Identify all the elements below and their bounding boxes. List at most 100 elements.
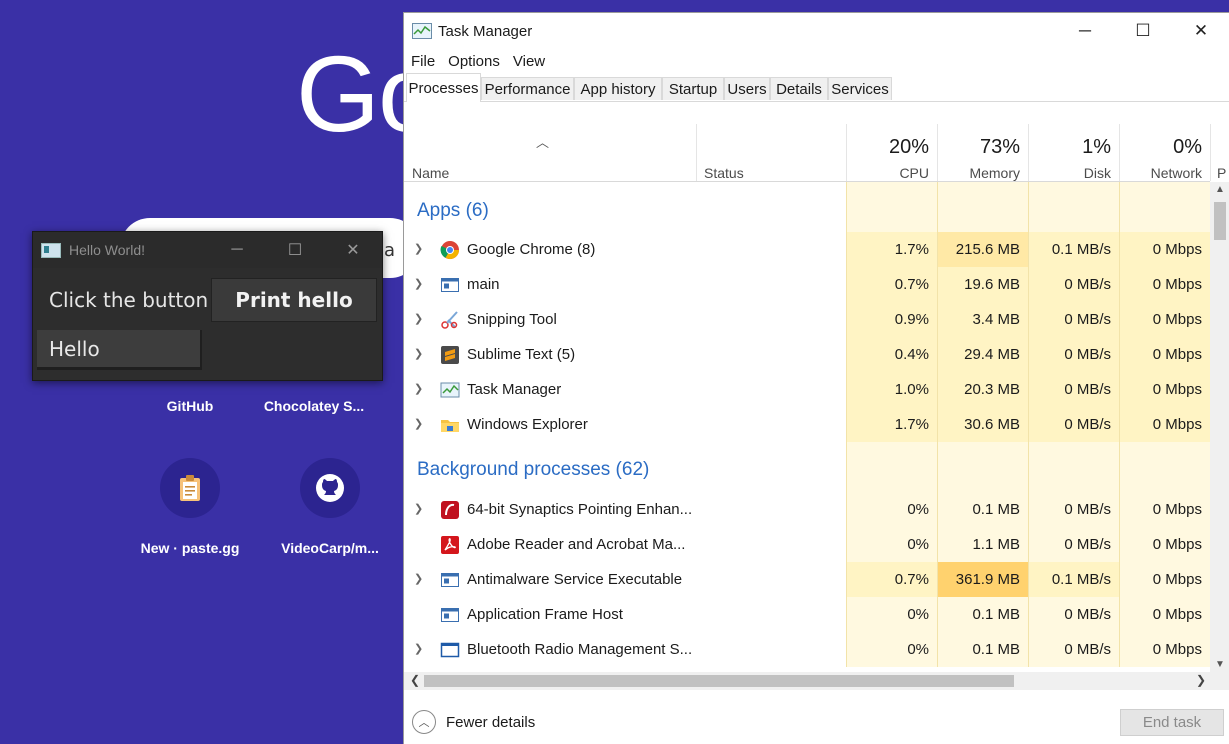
chevron-right-icon[interactable]: ❯ <box>414 372 423 407</box>
column-cpu[interactable]: 20% CPU <box>846 124 937 181</box>
sort-up-icon: ︿ <box>536 135 550 150</box>
column-status[interactable]: Status <box>696 124 846 181</box>
scroll-up-icon[interactable]: ▲ <box>1215 184 1225 195</box>
maximize-icon[interactable]: ☐ <box>1114 21 1172 41</box>
network-cell: 0 Mbps <box>1119 302 1210 337</box>
process-name: Bluetooth Radio Management S... <box>467 641 693 658</box>
app-window-icon <box>440 605 460 625</box>
cpu-cell: 0% <box>846 632 937 667</box>
app-window-icon <box>440 275 460 295</box>
group-header[interactable]: Apps (6) <box>404 182 1210 232</box>
close-icon[interactable]: ✕ <box>324 240 382 260</box>
column-network[interactable]: 0% Network <box>1119 124 1210 181</box>
vertical-scroll-thumb[interactable] <box>1214 202 1226 240</box>
process-row[interactable]: ❯ Sublime Text (5) 0.4% 29.4 MB 0 MB/s 0 Mbps <box>404 337 1210 372</box>
task-manager-window: Task Manager ─ ☐ ✕ File Options View Pro… <box>403 12 1229 744</box>
process-name: Snipping Tool <box>467 311 557 328</box>
column-memory[interactable]: 73% Memory <box>937 124 1028 181</box>
process-row[interactable]: ❯ Google Chrome (8) 1.7% 215.6 MB 0.1 MB/s 0 … <box>404 232 1210 267</box>
process-row[interactable]: ❯ 64-bit Synaptics Pointing Enhan... 0% 0.1… <box>404 492 1210 527</box>
disk-cell: 0 MB/s <box>1028 372 1119 407</box>
app-window-icon <box>440 570 460 590</box>
tab-startup[interactable]: Startup <box>662 77 724 100</box>
group-header-cell <box>1119 182 1210 232</box>
process-list: Apps (6) ❯ Google Chrome (8) 1.7% 215.6 MB 0.… <box>404 182 1210 672</box>
process-row[interactable]: ❯ Windows Explorer 1.7% 30.6 MB 0 MB/s 0 Mbps <box>404 407 1210 442</box>
group-header-cell <box>846 182 937 232</box>
instruction-label: Click the button <box>49 288 209 312</box>
chevron-right-icon[interactable]: ❯ <box>414 302 423 337</box>
chevron-right-icon[interactable]: ❯ <box>414 562 423 597</box>
network-cell: 0 Mbps <box>1119 492 1210 527</box>
shortcut-github[interactable]: GitHub <box>120 398 260 414</box>
horizontal-scrollbar[interactable]: ❮ ❯ <box>404 672 1229 690</box>
chevron-right-icon[interactable]: ❯ <box>414 267 423 302</box>
chevron-right-icon[interactable]: ❯ <box>414 407 423 442</box>
process-row[interactable]: ❯ Bluetooth Radio Management S... 0% 0.1 MB… <box>404 632 1210 667</box>
chevron-right-icon[interactable]: ❯ <box>414 337 423 372</box>
scroll-down-icon[interactable]: ▼ <box>1215 659 1225 670</box>
process-row[interactable]: ❯ Antimalware Service Executable 0.7% 361.9… <box>404 562 1210 597</box>
horizontal-scroll-thumb[interactable] <box>424 675 1014 687</box>
close-icon[interactable]: ✕ <box>1172 21 1229 41</box>
chevron-right-icon[interactable]: ❯ <box>414 232 423 267</box>
column-header-row: ︿ Name Status 20% CPU 73% Memory 1% Disk… <box>404 124 1226 182</box>
tab-processes[interactable]: Processes <box>406 73 481 102</box>
folder-icon <box>440 415 460 435</box>
shortcut-chocolatey[interactable]: Chocolatey S... <box>244 398 384 414</box>
disk-cell: 0 MB/s <box>1028 527 1119 562</box>
task-manager-icon <box>440 380 460 400</box>
process-name: Google Chrome (8) <box>467 241 596 258</box>
column-extra-label: P <box>1217 165 1227 181</box>
group-header-cell <box>846 442 937 492</box>
minimize-icon[interactable]: ─ <box>1056 21 1114 41</box>
chevron-right-icon[interactable]: ❯ <box>414 632 423 667</box>
process-row[interactable]: Application Frame Host 0% 0.1 MB 0 MB/s 0 Mb… <box>404 597 1210 632</box>
disk-cell: 0 MB/s <box>1028 407 1119 442</box>
scroll-right-icon[interactable]: ❯ <box>1196 673 1206 687</box>
chevron-right-icon[interactable]: ❯ <box>414 492 423 527</box>
chrome-icon <box>440 240 460 260</box>
menu-file[interactable]: File <box>411 53 435 70</box>
memory-cell: 0.1 MB <box>937 492 1028 527</box>
memory-cell: 19.6 MB <box>937 267 1028 302</box>
cpu-cell: 1.7% <box>846 232 937 267</box>
menu-options[interactable]: Options <box>448 53 500 70</box>
column-extra[interactable]: P <box>1210 124 1229 181</box>
minimize-icon[interactable]: ─ <box>208 241 266 259</box>
tab-details[interactable]: Details <box>770 77 828 100</box>
hello-world-window: Hello World! ─ ☐ ✕ Click the button Prin… <box>32 231 383 381</box>
memory-cell: 29.4 MB <box>937 337 1028 372</box>
tab-services[interactable]: Services <box>828 77 892 100</box>
process-row[interactable]: ❯ Snipping Tool 0.9% 3.4 MB 0 MB/s 0 Mbps <box>404 302 1210 337</box>
chevron-up-icon: ︿ <box>412 710 436 734</box>
fewer-details-button[interactable]: ︿ Fewer details <box>412 710 535 734</box>
hello-entry-field[interactable]: Hello <box>37 330 202 370</box>
network-total: 0% <box>1173 136 1202 158</box>
hello-window-titlebar[interactable]: Hello World! ─ ☐ ✕ <box>33 232 382 268</box>
cpu-cell: 0.4% <box>846 337 937 372</box>
network-cell: 0 Mbps <box>1119 372 1210 407</box>
disk-cell: 0 MB/s <box>1028 632 1119 667</box>
process-name: Antimalware Service Executable <box>467 571 683 588</box>
task-manager-titlebar[interactable]: Task Manager ─ ☐ ✕ <box>404 13 1229 49</box>
scroll-left-icon[interactable]: ❮ <box>410 673 420 687</box>
vertical-scrollbar[interactable]: ▲ ▼ <box>1210 182 1229 672</box>
column-name[interactable]: ︿ Name <box>404 124 696 181</box>
end-task-button[interactable]: End task <box>1120 709 1224 736</box>
shortcut-label: GitHub <box>166 398 214 414</box>
shortcut-videocarp[interactable]: VideoCarp/m... <box>260 458 400 556</box>
process-row[interactable]: Adobe Reader and Acrobat Ma... 0% 1.1 MB 0 … <box>404 527 1210 562</box>
process-row[interactable]: ❯ Task Manager 1.0% 20.3 MB 0 MB/s 0 Mbps <box>404 372 1210 407</box>
menu-view[interactable]: View <box>513 53 545 70</box>
tab-users[interactable]: Users <box>724 77 770 100</box>
tab-app-history[interactable]: App history <box>574 77 662 100</box>
shortcut-paste-gg[interactable]: New · paste.gg <box>120 458 260 556</box>
group-header[interactable]: Background processes (62) <box>404 442 1210 492</box>
process-row[interactable]: ❯ main 0.7% 19.6 MB 0 MB/s 0 Mbps <box>404 267 1210 302</box>
maximize-icon[interactable]: ☐ <box>266 240 324 260</box>
print-hello-button[interactable]: Print hello <box>211 278 377 322</box>
cpu-total: 20% <box>888 136 929 158</box>
column-disk[interactable]: 1% Disk <box>1028 124 1119 181</box>
tab-performance[interactable]: Performance <box>481 77 574 100</box>
